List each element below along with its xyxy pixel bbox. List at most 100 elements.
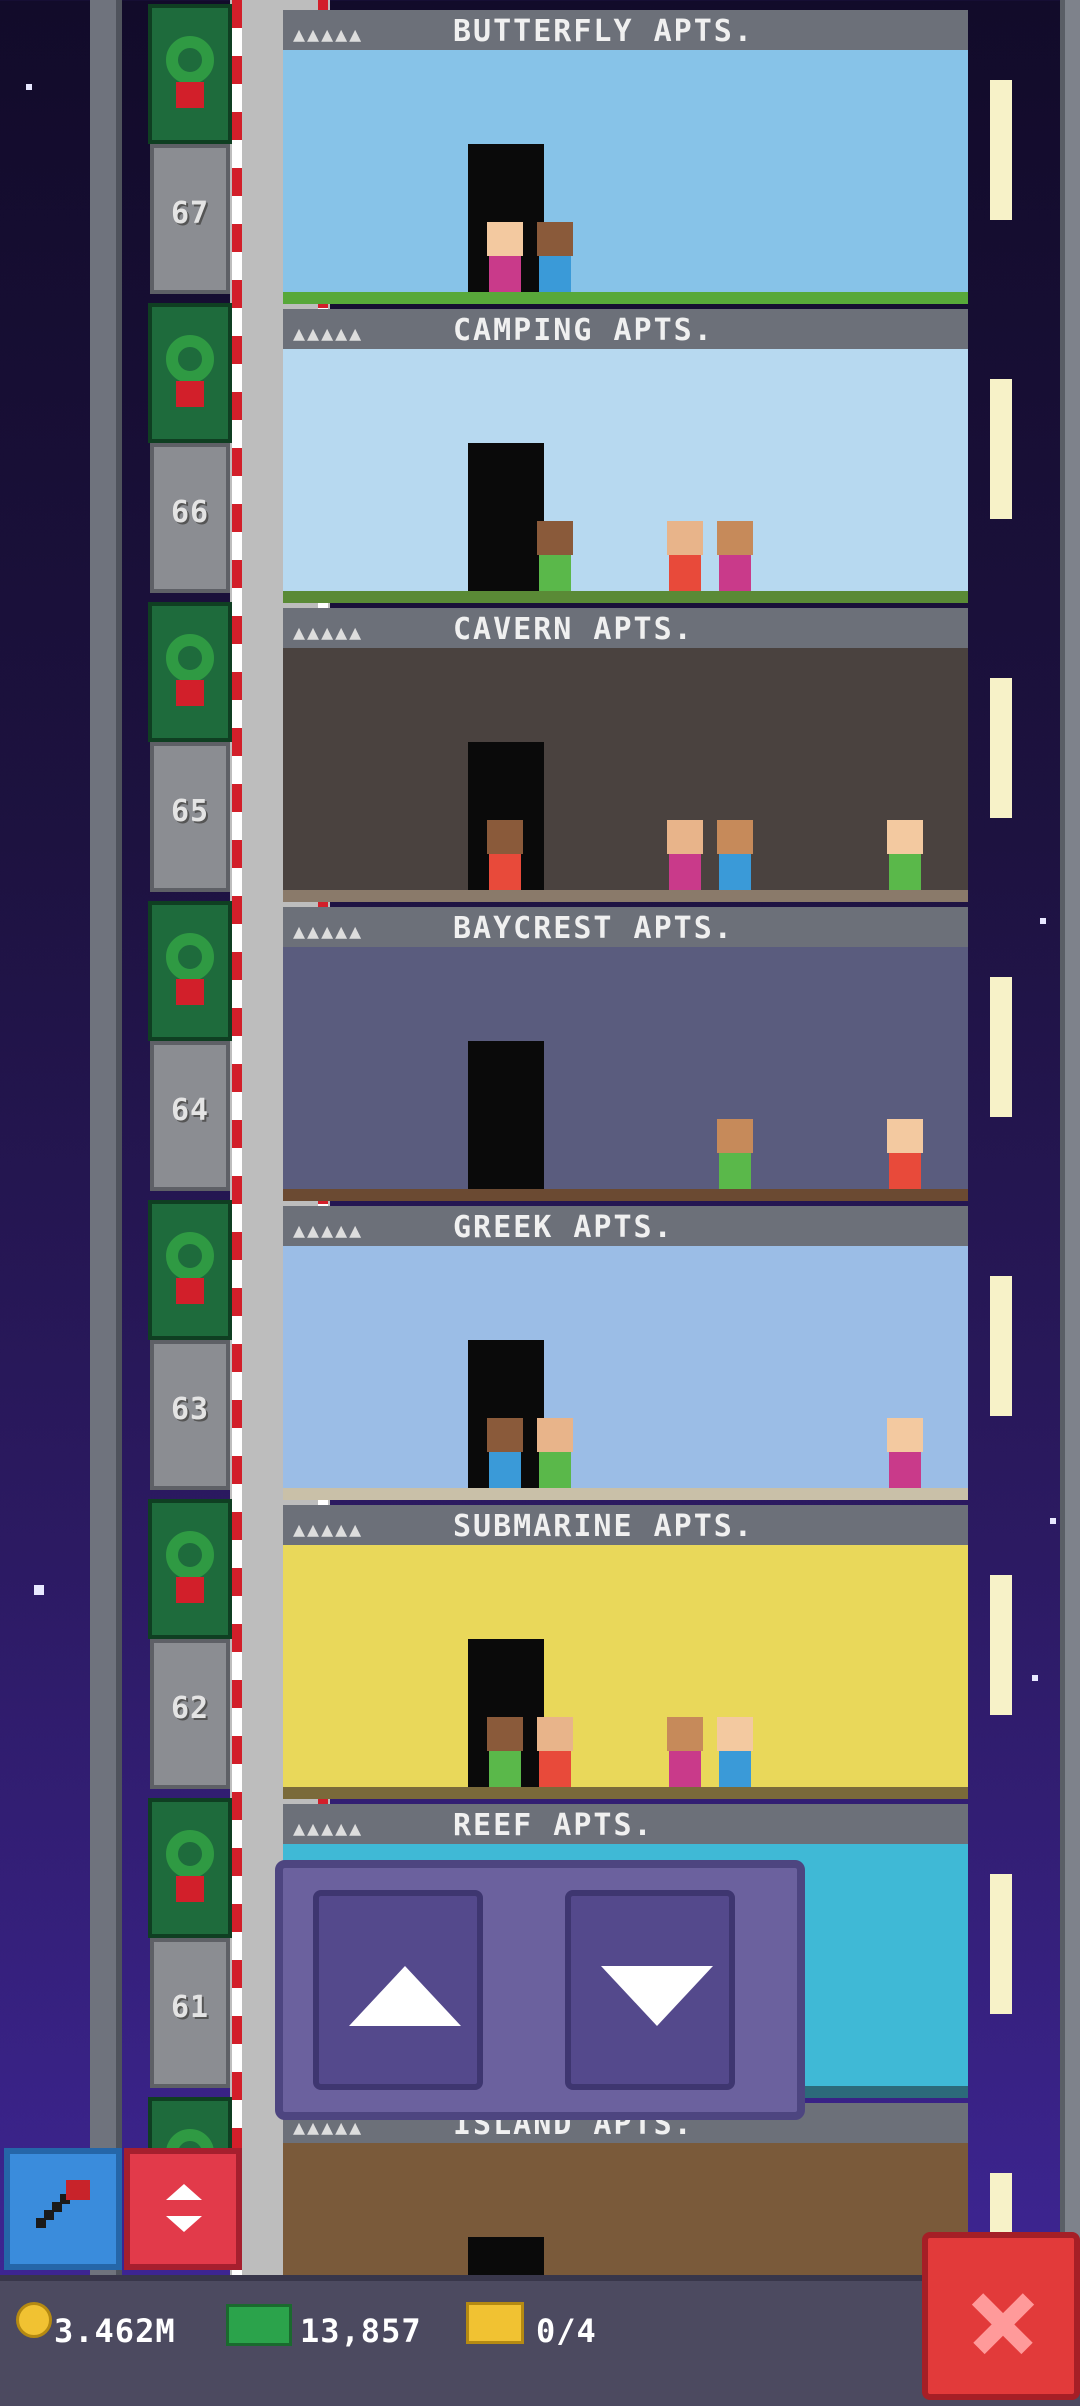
elevator-floor-number: 67 <box>170 196 210 231</box>
elevator-wreath <box>148 602 232 742</box>
tower-window <box>990 678 1012 818</box>
wreath-icon <box>166 1232 214 1280</box>
resident[interactable] <box>713 1119 757 1189</box>
resident-body <box>889 1452 921 1488</box>
resident[interactable] <box>713 820 757 890</box>
bow-icon <box>176 82 204 108</box>
resident-head <box>537 1717 573 1751</box>
floor-label-bar: ▲▲▲▲▲ CAVERN APTS. <box>283 608 968 651</box>
floor[interactable]: ▲▲▲▲▲ BUTTERFLY APTS. <box>283 10 968 308</box>
elevator-down-button[interactable] <box>565 1890 735 2090</box>
resident[interactable] <box>663 820 707 890</box>
resident-head <box>887 1418 923 1452</box>
tower-window <box>990 977 1012 1117</box>
resident[interactable] <box>883 1119 927 1189</box>
resident[interactable] <box>533 1717 577 1787</box>
hammer-icon <box>36 2180 90 2228</box>
elevator-toggle-button[interactable] <box>124 2148 242 2270</box>
resident-head <box>537 521 573 555</box>
star <box>26 84 32 90</box>
elevator-floor-cell[interactable]: 62 <box>150 1639 230 1789</box>
floor-room <box>283 349 968 603</box>
resident[interactable] <box>883 820 927 890</box>
bow-icon <box>176 1278 204 1304</box>
resident-body <box>489 1751 521 1787</box>
elevator-floor-number: 65 <box>170 794 210 829</box>
arrow-up-icon <box>349 1966 461 2026</box>
floor-label-bar: ▲▲▲▲▲ GREEK APTS. <box>283 1206 968 1249</box>
elevator-floor-cell[interactable]: 63 <box>150 1340 230 1490</box>
resident-head <box>887 1119 923 1153</box>
tower-window <box>990 1874 1012 2014</box>
resident-body <box>489 854 521 890</box>
resident-head <box>667 521 703 555</box>
elevator-wreath <box>148 1200 232 1340</box>
resident[interactable] <box>713 1717 757 1787</box>
tower-window <box>990 1276 1012 1416</box>
elevator-floor-cell[interactable]: 61 <box>150 1938 230 2088</box>
bow-icon <box>176 381 204 407</box>
resident[interactable] <box>483 820 527 890</box>
elevator-controls <box>275 1860 805 2120</box>
resident-body <box>889 1153 921 1189</box>
tower-window <box>990 80 1012 220</box>
wreath-icon <box>166 335 214 383</box>
resident[interactable] <box>483 222 527 292</box>
close-button[interactable] <box>922 2232 1080 2400</box>
elevator-floor-number: 61 <box>170 1990 210 2025</box>
bow-icon <box>176 1577 204 1603</box>
wreath-icon <box>166 36 214 84</box>
floor-name: BAYCREST APTS. <box>453 911 734 946</box>
resident-body <box>539 555 571 591</box>
floor-name: BUTTERFLY APTS. <box>453 14 754 49</box>
floor-label-bar: ▲▲▲▲▲ SUBMARINE APTS. <box>283 1505 968 1548</box>
resident-body <box>489 1452 521 1488</box>
resident-head <box>717 1717 753 1751</box>
resident-head <box>537 1418 573 1452</box>
floor-ground <box>283 591 968 603</box>
floor-room <box>283 1545 968 1799</box>
star <box>34 1585 44 1595</box>
resident-body <box>669 854 701 890</box>
resident-head <box>667 1717 703 1751</box>
elevator-floor-cell[interactable]: 66 <box>150 443 230 593</box>
resident[interactable] <box>883 1418 927 1488</box>
coins-value: 3.462M <box>54 2312 176 2350</box>
build-button[interactable] <box>4 2148 122 2270</box>
floor-label-bar: ▲▲▲▲▲ REEF APTS. <box>283 1804 968 1847</box>
floor-door <box>468 1041 544 1191</box>
resident[interactable] <box>533 1418 577 1488</box>
elevator-floor-cell[interactable]: 67 <box>150 144 230 294</box>
elevator-floor-cell[interactable]: 65 <box>150 742 230 892</box>
elevator-wreath <box>148 1499 232 1639</box>
floor-name: SUBMARINE APTS. <box>453 1509 754 1544</box>
star <box>1032 1675 1038 1681</box>
floor[interactable]: ▲▲▲▲▲ SUBMARINE APTS. <box>283 1505 968 1803</box>
tower-window <box>990 1575 1012 1715</box>
resident[interactable] <box>483 1717 527 1787</box>
coin-icon <box>16 2302 52 2338</box>
elevator-floor-cell[interactable]: 64 <box>150 1041 230 1191</box>
floor[interactable]: ▲▲▲▲▲ BAYCREST APTS. <box>283 907 968 1205</box>
resident[interactable] <box>533 222 577 292</box>
arrow-down-icon <box>601 1966 713 2026</box>
elevator-wreath <box>148 4 232 144</box>
star <box>1040 918 1046 924</box>
resident[interactable] <box>663 1717 707 1787</box>
resident[interactable] <box>713 521 757 591</box>
floor[interactable]: ▲▲▲▲▲ GREEK APTS. <box>283 1206 968 1504</box>
resident[interactable] <box>533 521 577 591</box>
resident[interactable] <box>663 521 707 591</box>
resident-head <box>717 1119 753 1153</box>
resident[interactable] <box>483 1418 527 1488</box>
floor[interactable]: ▲▲▲▲▲ CAVERN APTS. <box>283 608 968 906</box>
floor-label-bar: ▲▲▲▲▲ BUTTERFLY APTS. <box>283 10 968 53</box>
elevator-up-button[interactable] <box>313 1890 483 2090</box>
resident-body <box>539 1452 571 1488</box>
resident-head <box>717 521 753 555</box>
floor[interactable]: ▲▲▲▲▲ CAMPING APTS. <box>283 309 968 607</box>
floor-stars-icon: ▲▲▲▲▲ <box>293 919 364 943</box>
floor-ground <box>283 890 968 902</box>
floor-name: CAVERN APTS. <box>453 612 694 647</box>
wreath-icon <box>166 933 214 981</box>
